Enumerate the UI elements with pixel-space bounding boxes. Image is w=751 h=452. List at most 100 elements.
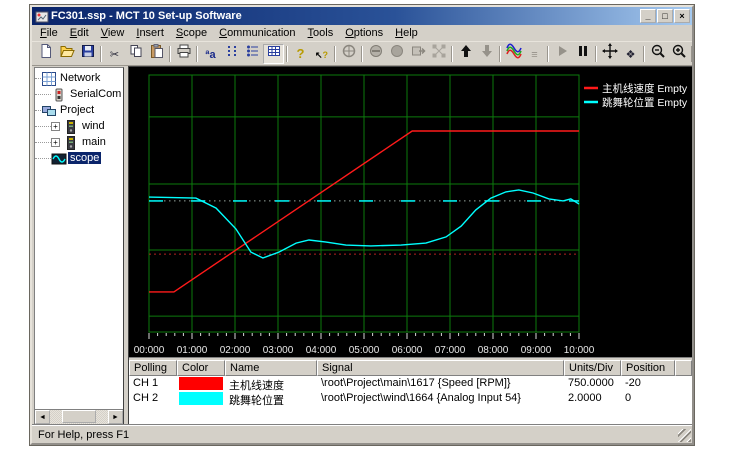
menu-insert[interactable]: Insert	[130, 26, 170, 40]
tree-expander[interactable]: +	[51, 122, 60, 131]
sidebar-item-wind[interactable]: + wind	[35, 118, 123, 134]
channel-table-header: PollingColorNameSignalUnits/DivPosition	[129, 360, 692, 376]
sidebar-item-serialcom[interactable]: SerialCom	[35, 86, 123, 102]
menu-help[interactable]: Help	[389, 26, 424, 40]
pause-icon	[575, 43, 591, 64]
network-drive-icon	[341, 43, 357, 64]
svg-text:01:000: 01:000	[177, 345, 208, 356]
tree-item-label: scope	[68, 152, 101, 164]
cell-signal: \root\Project\wind\1664 {Analog Input 54…	[317, 391, 564, 406]
menu-options[interactable]: Options	[339, 26, 389, 40]
menu-tools[interactable]: Tools	[302, 26, 340, 40]
channel-color-swatch	[179, 392, 223, 405]
free-cursor-button[interactable]: ❖	[620, 44, 641, 64]
compare-button[interactable]	[221, 44, 242, 64]
menu-scope[interactable]: Scope	[170, 26, 213, 40]
write-drive-icon	[410, 43, 426, 64]
column-header-units-div[interactable]: Units/Div	[564, 360, 621, 376]
connect-icon	[431, 43, 447, 64]
parameter-setup-button[interactable]: ªa	[200, 44, 221, 64]
scope-icon	[51, 151, 66, 166]
menu-view[interactable]: View	[95, 26, 131, 40]
tree-item-label: SerialCom	[68, 88, 123, 100]
waves-icon	[506, 43, 522, 64]
channel-color-swatch	[179, 377, 223, 390]
new-document-button[interactable]	[35, 44, 56, 64]
scope-chart-area[interactable]: 00:00001:00002:00003:00004:00005:00006:0…	[129, 67, 692, 357]
sidebar-item-main[interactable]: +main	[35, 134, 123, 150]
zoom-out-icon	[650, 43, 666, 64]
resume-button	[551, 44, 572, 64]
grid-view-button[interactable]	[263, 44, 284, 64]
pause-button[interactable]	[572, 44, 593, 64]
scrollbar-thumb[interactable]	[62, 410, 96, 423]
toolbar-separator	[286, 46, 288, 62]
toolbar-separator	[451, 46, 453, 62]
scope-plot[interactable]: 00:00001:00002:00003:00004:00005:00006:0…	[129, 67, 692, 357]
compare-icon	[224, 43, 240, 64]
column-header-position[interactable]: Position	[621, 360, 675, 376]
zoom-in-button[interactable]	[668, 44, 689, 64]
copy-button[interactable]	[125, 44, 146, 64]
svg-text:主机线速度 Empty: 主机线速度 Empty	[602, 82, 688, 95]
paste-icon	[149, 43, 165, 64]
cut-button[interactable]: ✂	[104, 44, 125, 64]
connect-button	[428, 44, 449, 64]
paste-button[interactable]	[146, 44, 167, 64]
context-help-icon: ↖?	[315, 45, 328, 63]
channel-row-ch2[interactable]: CH 2跳舞轮位置\root\Project\wind\1664 {Analog…	[129, 391, 692, 406]
resize-grip[interactable]	[678, 429, 691, 442]
scope-curves-button[interactable]	[503, 44, 524, 64]
column-header-color[interactable]: Color	[177, 360, 225, 376]
record-icon	[389, 43, 405, 64]
minimize-button[interactable]: _	[640, 9, 656, 23]
open-button[interactable]	[56, 44, 77, 64]
list-view-button[interactable]	[242, 44, 263, 64]
network-icon	[41, 71, 56, 86]
stop-button	[365, 44, 386, 64]
context-help-button[interactable]: ↖?	[311, 44, 332, 64]
toolbar-separator	[499, 46, 501, 62]
zoom-out-button[interactable]	[647, 44, 668, 64]
svg-text:00:000: 00:000	[134, 345, 165, 356]
track-cursor-button[interactable]	[599, 44, 620, 64]
column-header-name[interactable]: Name	[225, 360, 317, 376]
menu-communication[interactable]: Communication	[213, 26, 301, 40]
svg-text:02:000: 02:000	[220, 345, 251, 356]
tree-item-label: wind	[80, 120, 107, 132]
project-tree: Network SerialCom Project + wind +main scope	[35, 68, 123, 409]
close-button[interactable]: ×	[674, 9, 690, 23]
scrollbar-track[interactable]	[50, 410, 108, 424]
svg-text:10:000: 10:000	[564, 345, 595, 356]
channel-row-ch1[interactable]: CH 1主机线速度\root\Project\main\1617 {Speed …	[129, 376, 692, 391]
scroll-right-button[interactable]: ►	[108, 410, 123, 424]
scissors-icon: ✂	[110, 45, 119, 63]
maximize-button[interactable]: □	[657, 9, 673, 23]
client-area: Network SerialCom Project + wind +main scope ◄…	[32, 66, 692, 425]
project-icon	[41, 103, 56, 118]
print-button[interactable]	[173, 44, 194, 64]
column-header-signal[interactable]: Signal	[317, 360, 564, 376]
help-button[interactable]: ?	[290, 44, 311, 64]
sidebar-item-project[interactable]: Project	[35, 102, 123, 118]
menu-file[interactable]: File	[34, 26, 64, 40]
menu-edit[interactable]: Edit	[64, 26, 95, 40]
cell-polling: CH 2	[129, 391, 177, 406]
sidebar-item-network[interactable]: Network	[35, 70, 123, 86]
column-header-polling[interactable]: Polling	[129, 360, 177, 376]
tree-horizontal-scrollbar[interactable]: ◄ ►	[35, 409, 123, 424]
save-icon	[80, 43, 96, 64]
desktop: FC301.ssp - MCT 10 Set-up Software _ □ ×…	[0, 0, 751, 452]
status-bar: For Help, press F1	[32, 425, 692, 443]
title-bar[interactable]: FC301.ssp - MCT 10 Set-up Software _ □ ×	[32, 7, 692, 25]
save-button[interactable]	[77, 44, 98, 64]
help-icon: ?	[297, 45, 305, 63]
tree-expander[interactable]: +	[51, 138, 60, 147]
window-title: FC301.ssp - MCT 10 Set-up Software	[51, 10, 639, 22]
scroll-left-button[interactable]: ◄	[35, 410, 50, 424]
move-up-button[interactable]	[455, 44, 476, 64]
crosshair-icon	[602, 43, 618, 64]
tree-line	[35, 94, 51, 95]
sidebar-item-scope[interactable]: scope	[35, 150, 123, 166]
printer-icon	[176, 43, 192, 64]
